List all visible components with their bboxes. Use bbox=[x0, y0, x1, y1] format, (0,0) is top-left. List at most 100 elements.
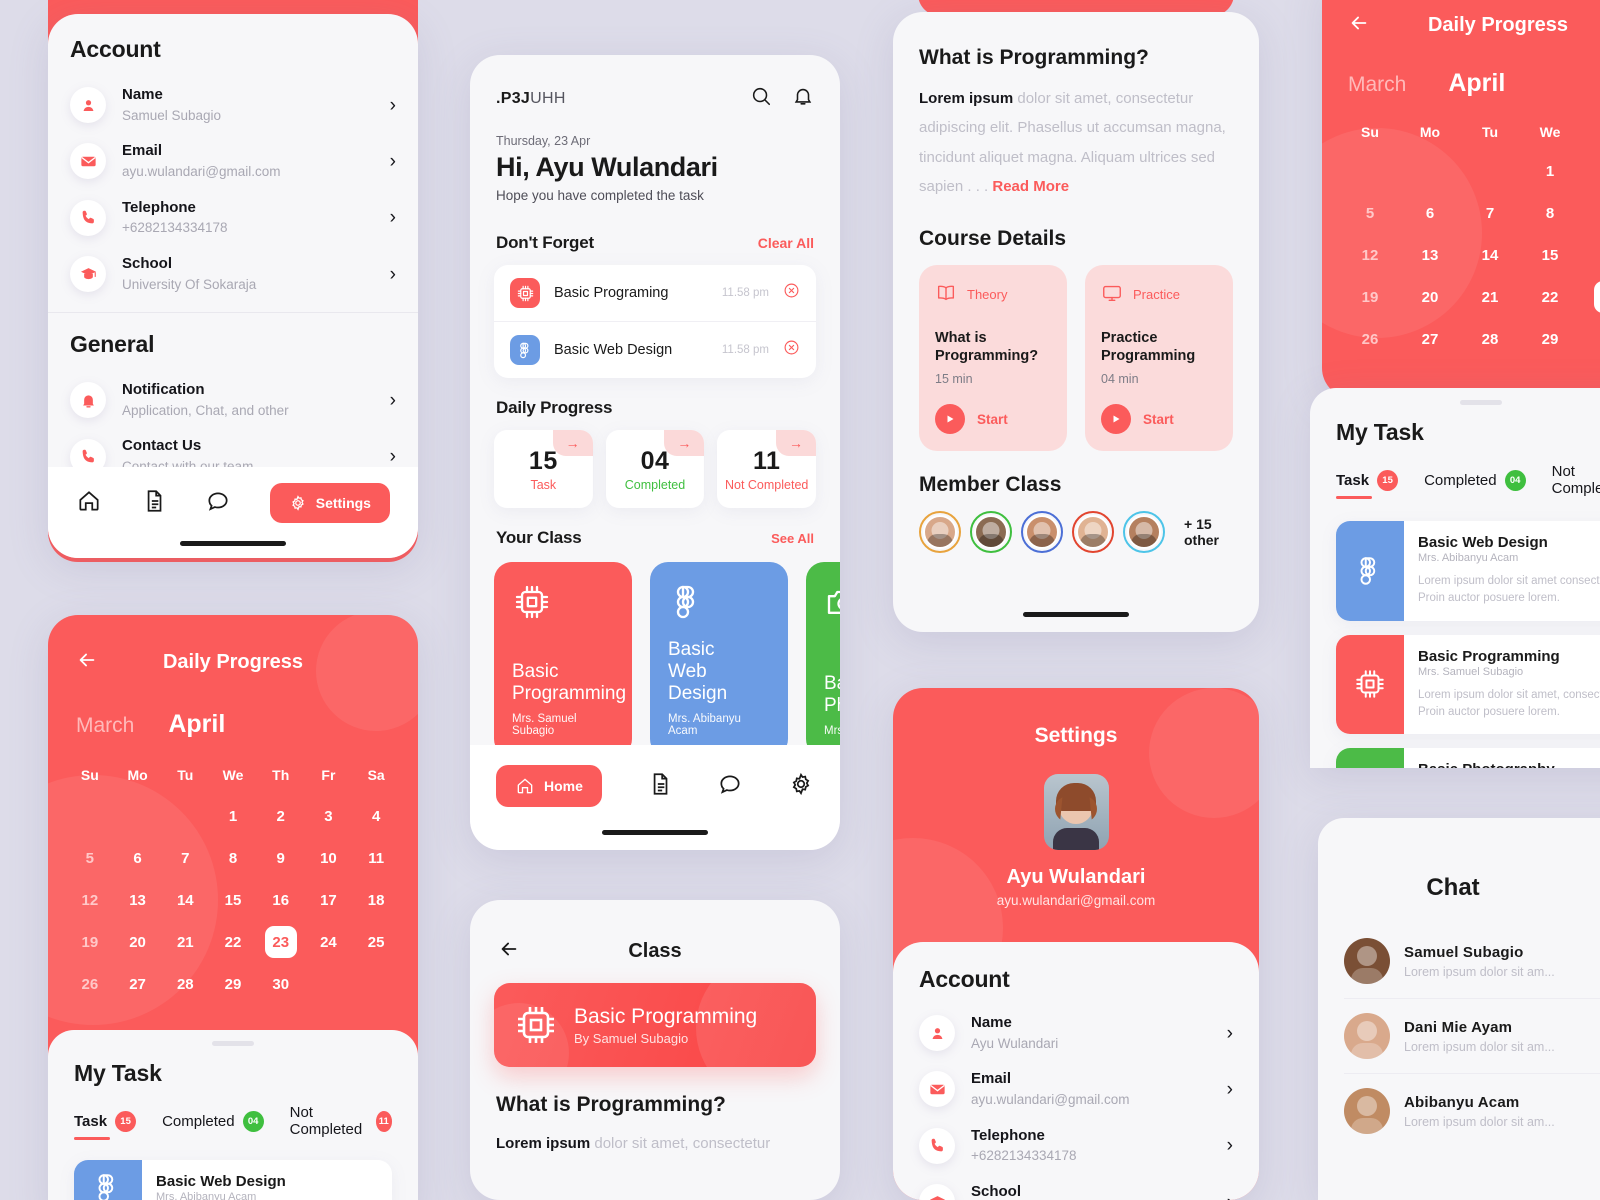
calendar-day[interactable]: 24 bbox=[305, 921, 353, 963]
class-card[interactable]: Basic Web Design Mrs. Abibanyu Acam bbox=[650, 562, 788, 757]
course-detail-card[interactable]: Practice Practice Programming 04 min Start bbox=[1085, 265, 1233, 452]
arrow-right-icon[interactable]: → bbox=[552, 430, 593, 456]
account-row-email[interactable]: Email ayu.wulandari@gmail.com › bbox=[70, 133, 396, 189]
calendar-day[interactable]: 9 bbox=[1580, 192, 1600, 234]
back-arrow-icon[interactable] bbox=[76, 649, 98, 676]
calendar-day[interactable]: 4 bbox=[352, 795, 400, 837]
start-button-label[interactable]: Start bbox=[977, 412, 1008, 427]
calendar-day[interactable]: 28 bbox=[1460, 318, 1520, 360]
bell-icon[interactable] bbox=[792, 85, 814, 112]
reminder-row[interactable]: Basic Programing 11.58 pm bbox=[494, 265, 816, 321]
task-card[interactable]: Basic PhotographyMrs. Dani SayangLorem i… bbox=[1336, 748, 1600, 768]
account-row-telephone[interactable]: Telephone +6282134334178 › bbox=[919, 1118, 1233, 1174]
task-card[interactable]: Basic Programming Mrs. Samuel Subagio Lore… bbox=[1336, 634, 1600, 734]
prev-month-label[interactable]: March bbox=[76, 714, 134, 738]
calendar-day[interactable]: 23 bbox=[257, 921, 305, 963]
calendar-day[interactable]: 30 bbox=[257, 963, 305, 1005]
member-avatar[interactable] bbox=[919, 511, 961, 554]
arrow-right-icon[interactable]: → bbox=[664, 430, 705, 456]
remove-reminder-button[interactable] bbox=[783, 339, 800, 361]
account-row-school[interactable]: School University Of Sokaraja › bbox=[70, 246, 396, 302]
calendar-day[interactable]: 23 bbox=[1580, 276, 1600, 318]
tab-task[interactable]: Task 15 bbox=[74, 1110, 137, 1140]
stat-card[interactable]: → 15 Task bbox=[494, 430, 593, 508]
prev-month-label-2[interactable]: March bbox=[1348, 73, 1406, 97]
calendar-day[interactable]: 22 bbox=[209, 921, 257, 963]
task-card[interactable]: Basic Web Design Mrs. Abibanyu Acam Lorem … bbox=[1336, 521, 1600, 621]
back-arrow-icon[interactable] bbox=[1348, 12, 1370, 39]
calendar-day[interactable]: 15 bbox=[1520, 234, 1580, 276]
stat-card[interactable]: → 11 Not Completed bbox=[717, 430, 816, 508]
avatar[interactable] bbox=[1043, 774, 1109, 850]
class-card[interactable]: Basic Programming Mrs. Samuel Subagio bbox=[494, 562, 632, 757]
class-hero-card[interactable]: Basic Programming By Samuel Subagio bbox=[494, 983, 816, 1067]
chevron-right-icon[interactable]: › bbox=[390, 96, 396, 115]
class-card[interactable]: BasicPhotography Mrs. Dani Sayang bbox=[806, 562, 840, 757]
remove-reminder-button[interactable] bbox=[783, 282, 800, 304]
back-arrow-icon[interactable] bbox=[498, 938, 520, 965]
chat-row[interactable]: Abibanyu Acam Lorem ipsum dolor sit am...… bbox=[1344, 1073, 1600, 1148]
home-nav-button[interactable]: Home bbox=[496, 765, 602, 807]
tab-not-completed[interactable]: Not Completed11 bbox=[1552, 463, 1600, 505]
chat-icon[interactable] bbox=[717, 771, 743, 802]
see-all-button[interactable]: See All bbox=[771, 531, 814, 546]
calendar-day[interactable]: 11 bbox=[352, 837, 400, 879]
member-avatar[interactable] bbox=[1021, 511, 1063, 554]
tab-not-completed[interactable]: Not Completed11 bbox=[290, 1104, 392, 1146]
start-button-label[interactable]: Start bbox=[1143, 412, 1174, 427]
chevron-right-icon[interactable]: › bbox=[390, 391, 396, 410]
tab-completed[interactable]: Completed 04 bbox=[1424, 469, 1526, 499]
account-row-email[interactable]: Email ayu.wulandari@gmail.com › bbox=[919, 1061, 1233, 1117]
stat-card[interactable]: → 04 Completed bbox=[605, 430, 705, 508]
reminder-row[interactable]: Basic Web Design 11.58 pm bbox=[494, 321, 816, 378]
calendar-day[interactable]: 29 bbox=[1520, 318, 1580, 360]
play-icon[interactable] bbox=[1101, 404, 1131, 435]
account-row-name[interactable]: Name Samuel Subagio › bbox=[70, 77, 396, 133]
calendar-day[interactable]: 1 bbox=[209, 795, 257, 837]
play-icon[interactable] bbox=[935, 404, 965, 435]
clear-all-button[interactable]: Clear All bbox=[758, 235, 814, 251]
calendar-day[interactable]: 3 bbox=[305, 795, 353, 837]
calendar-day[interactable]: 18 bbox=[352, 879, 400, 921]
calendar-day[interactable]: 1 bbox=[1520, 150, 1580, 192]
calendar-day[interactable]: 8 bbox=[1520, 192, 1580, 234]
calendar-day[interactable]: 16 bbox=[257, 879, 305, 921]
chat-row[interactable]: Samuel Subagio Lorem ipsum dolor sit am..… bbox=[1344, 924, 1600, 998]
account-row-telephone[interactable]: Telephone +6282134334178 › bbox=[70, 190, 396, 246]
calendar-day[interactable]: 9 bbox=[257, 837, 305, 879]
member-avatar[interactable] bbox=[970, 511, 1012, 554]
account-row-name[interactable]: Name Ayu Wulandari › bbox=[919, 1005, 1233, 1061]
chevron-right-icon[interactable]: › bbox=[1227, 1136, 1233, 1155]
member-avatar[interactable] bbox=[1072, 511, 1114, 554]
calendar-day[interactable]: 29 bbox=[209, 963, 257, 1005]
task-card[interactable]: Basic Web Design Mrs. Abibanyu Acam bbox=[74, 1160, 392, 1200]
calendar-day[interactable]: 8 bbox=[209, 837, 257, 879]
chevron-right-icon[interactable]: › bbox=[390, 265, 396, 284]
file-icon[interactable] bbox=[647, 771, 673, 802]
chat-row[interactable]: Dani Mie Ayam Lorem ipsum dolor sit am...… bbox=[1344, 998, 1600, 1073]
chevron-right-icon[interactable]: › bbox=[390, 152, 396, 171]
tab-completed[interactable]: Completed 04 bbox=[162, 1110, 264, 1140]
chat-icon[interactable] bbox=[205, 488, 231, 519]
calendar-day[interactable]: 22 bbox=[1520, 276, 1580, 318]
calendar-day[interactable]: 17 bbox=[305, 879, 353, 921]
calendar-day[interactable]: 2 bbox=[1580, 150, 1600, 192]
arrow-right-icon[interactable]: → bbox=[775, 430, 816, 456]
calendar-day[interactable]: 2 bbox=[257, 795, 305, 837]
member-avatar[interactable] bbox=[1123, 511, 1165, 554]
tab-task[interactable]: Task 15 bbox=[1336, 469, 1399, 499]
chevron-right-icon[interactable]: › bbox=[1227, 1080, 1233, 1099]
chevron-right-icon[interactable]: › bbox=[390, 447, 396, 466]
calendar-day[interactable]: 30 bbox=[1580, 318, 1600, 360]
account-row-notification[interactable]: Notification Application, Chat, and other… bbox=[70, 372, 396, 428]
calendar-day[interactable]: 10 bbox=[305, 837, 353, 879]
search-icon[interactable] bbox=[750, 85, 772, 112]
calendar-day[interactable]: 16 bbox=[1580, 234, 1600, 276]
settings-nav-button[interactable]: Settings bbox=[269, 483, 390, 523]
file-icon[interactable] bbox=[141, 488, 167, 519]
chevron-right-icon[interactable]: › bbox=[390, 208, 396, 227]
chevron-right-icon[interactable]: › bbox=[1227, 1193, 1233, 1200]
gear-icon[interactable] bbox=[788, 771, 814, 802]
course-detail-card[interactable]: Theory What is Programming? 15 min Start bbox=[919, 265, 1067, 452]
calendar-day[interactable]: 25 bbox=[352, 921, 400, 963]
